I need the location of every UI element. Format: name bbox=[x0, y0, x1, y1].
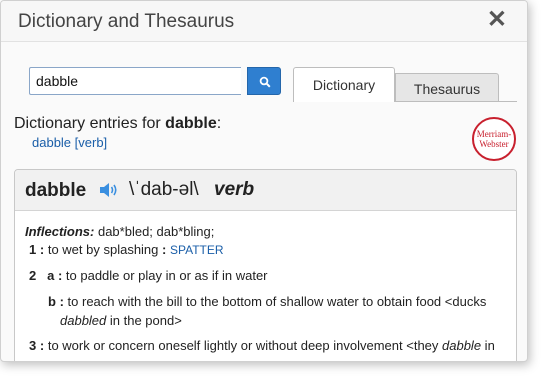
sense-number: 2 bbox=[29, 268, 37, 283]
entries-prefix: Dictionary entries for bbox=[14, 115, 161, 132]
sense-2b: b : to reach with the bill to the bottom… bbox=[48, 294, 486, 309]
title-bar: Dictionary and Thesaurus ✕ bbox=[1, 1, 527, 42]
speaker-icon[interactable] bbox=[99, 182, 119, 198]
search-input[interactable] bbox=[29, 67, 241, 95]
query-suffix: : bbox=[216, 115, 222, 132]
sense-3: 3 : to work or concern oneself lightly o… bbox=[29, 338, 495, 353]
example-tail: in the pond> bbox=[106, 313, 182, 328]
entry-header: dabble \ˈdab-əl\ verb bbox=[15, 170, 516, 211]
example-italic: dabble bbox=[442, 338, 482, 353]
window-title: Dictionary and Thesaurus bbox=[18, 11, 235, 32]
sense-sep: : bbox=[57, 268, 63, 283]
sense-letter: a bbox=[47, 268, 55, 283]
sense-sep: : bbox=[39, 338, 45, 353]
sense-letter: b bbox=[48, 294, 56, 309]
tab-dictionary[interactable]: Dictionary bbox=[293, 67, 395, 102]
sense-sep2: : bbox=[162, 242, 167, 257]
example-italic: dabbled bbox=[60, 313, 107, 328]
search-icon bbox=[259, 76, 271, 88]
headword: dabble bbox=[25, 180, 87, 201]
sense-sep: : bbox=[59, 294, 64, 309]
close-icon[interactable]: ✕ bbox=[487, 8, 507, 32]
example-tail: in bbox=[481, 338, 495, 353]
sense-2b-continued: dabbled in the pond> bbox=[60, 313, 182, 328]
dictionary-dialog: Dictionary and Thesaurus ✕ Dictionary Th… bbox=[0, 0, 528, 362]
inflections-line: Inflections: dab*bled; dab*bling; bbox=[25, 224, 214, 239]
entry-card: dabble \ˈdab-əl\ verb Inflections: dab*b… bbox=[14, 169, 517, 361]
pronunciation: \ˈdab-əl\ bbox=[129, 179, 199, 200]
query-word: dabble bbox=[165, 115, 217, 132]
merriam-webster-logo[interactable]: Merriam- Webster bbox=[472, 117, 516, 161]
sense-number: 3 bbox=[29, 338, 37, 353]
sense-sep: : bbox=[39, 242, 45, 257]
sense-text: to work or concern oneself lightly or wi… bbox=[47, 338, 443, 353]
tab-thesaurus[interactable]: Thesaurus bbox=[395, 73, 499, 102]
sense-number: 1 bbox=[29, 242, 37, 257]
sense-1: 1 : to wet by splashing : SPATTER bbox=[29, 242, 224, 257]
sense-text: to paddle or play in or as if in water bbox=[65, 268, 268, 283]
sense-text: to wet by splashing bbox=[47, 242, 159, 257]
inflections-text: dab*bled; dab*bling; bbox=[97, 224, 215, 239]
entry-link[interactable]: dabble [verb] bbox=[32, 135, 107, 150]
entries-heading: Dictionary entries for dabble: bbox=[14, 115, 221, 133]
logo-line1: Merriam- bbox=[476, 129, 512, 139]
sense-2a: 2 a : to paddle or play in or as if in w… bbox=[29, 268, 268, 283]
part-of-speech: verb bbox=[214, 179, 255, 200]
logo-line2: Webster bbox=[479, 139, 509, 149]
sense-text: to reach with the bill to the bottom of … bbox=[67, 294, 487, 309]
search-button[interactable] bbox=[247, 67, 281, 95]
inflections-label: Inflections: bbox=[25, 224, 95, 239]
synonym-link[interactable]: SPATTER bbox=[170, 243, 224, 257]
